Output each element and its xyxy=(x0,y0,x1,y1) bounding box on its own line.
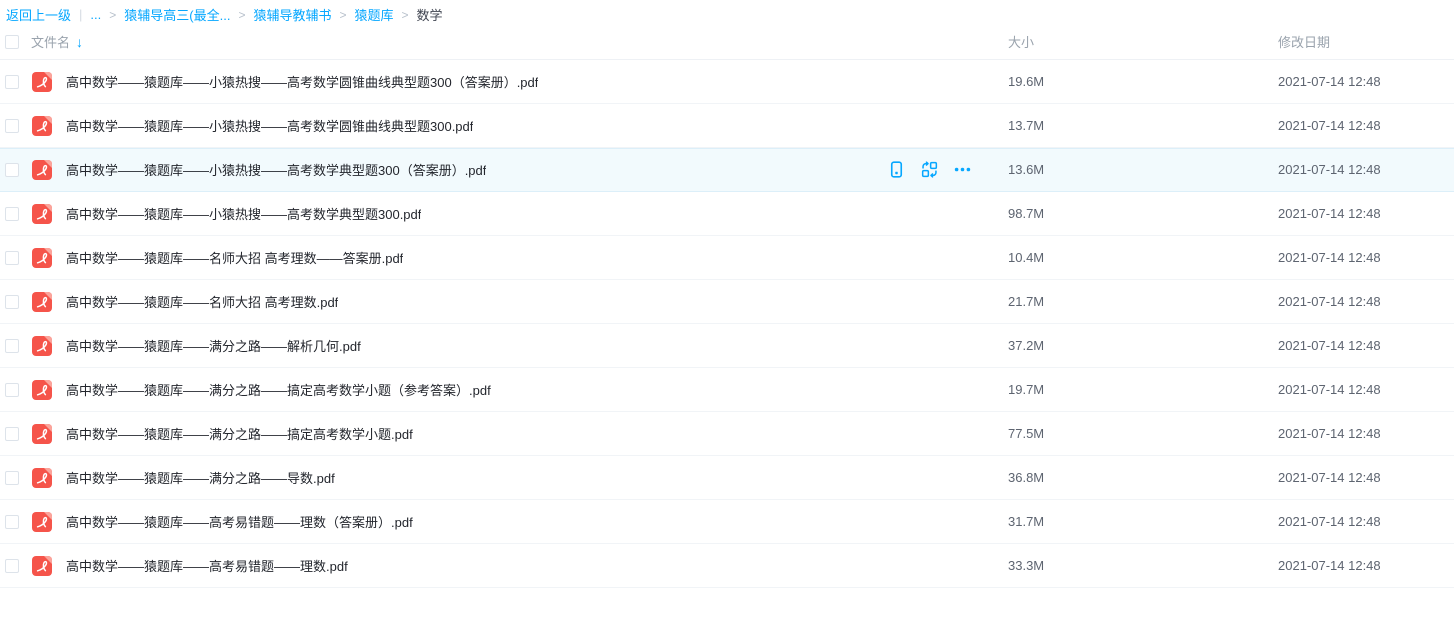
row-checkbox[interactable] xyxy=(5,471,19,485)
pdf-file-icon xyxy=(31,291,53,313)
table-row[interactable]: 高中数学——猿题库——小猿热搜——高考数学典型题300.pdf xyxy=(0,192,1454,236)
file-size: 31.7M xyxy=(1008,514,1278,529)
table-row[interactable]: 高中数学——猿题库——满分之路——搞定高考数学小题（参考答案）.pdf xyxy=(0,368,1454,412)
more-icon[interactable] xyxy=(953,160,972,179)
pdf-file-icon xyxy=(31,115,53,137)
breadcrumb-separator: > xyxy=(402,8,409,22)
row-hover-actions xyxy=(887,160,992,179)
file-name-link[interactable]: 高中数学——猿题库——名师大招 高考理数——答案册.pdf xyxy=(66,248,403,267)
row-checkbox[interactable] xyxy=(5,163,19,177)
file-size: 36.8M xyxy=(1008,470,1278,485)
transfer-icon[interactable] xyxy=(920,160,939,179)
file-modified-date: 2021-07-14 12:48 xyxy=(1278,118,1454,133)
row-checkbox[interactable] xyxy=(5,119,19,133)
table-row[interactable]: 高中数学——猿题库——名师大招 高考理数.pdf xyxy=(0,280,1454,324)
breadcrumb-separator: > xyxy=(109,8,116,22)
table-row[interactable]: 高中数学——猿题库——名师大招 高考理数——答案册.pdf xyxy=(0,236,1454,280)
file-modified-date: 2021-07-14 12:48 xyxy=(1278,426,1454,441)
file-size: 10.4M xyxy=(1008,250,1278,265)
file-name-link[interactable]: 高中数学——猿题库——小猿热搜——高考数学典型题300（答案册）.pdf xyxy=(66,160,486,179)
pdf-file-icon xyxy=(31,159,53,181)
file-size: 21.7M xyxy=(1008,294,1278,309)
file-name-link[interactable]: 高中数学——猿题库——小猿热搜——高考数学圆锥曲线典型题300.pdf xyxy=(66,116,473,135)
file-modified-date: 2021-07-14 12:48 xyxy=(1278,470,1454,485)
row-checkbox[interactable] xyxy=(5,559,19,573)
pdf-file-icon xyxy=(31,511,53,533)
send-to-phone-icon[interactable] xyxy=(887,160,906,179)
breadcrumb-separator: > xyxy=(238,8,245,22)
pdf-file-icon xyxy=(31,335,53,357)
row-checkbox[interactable] xyxy=(5,251,19,265)
file-name-link[interactable]: 高中数学——猿题库——高考易错题——理数（答案册）.pdf xyxy=(66,512,413,531)
file-name-link[interactable]: 高中数学——猿题库——高考易错题——理数.pdf xyxy=(66,556,348,575)
file-modified-date: 2021-07-14 12:48 xyxy=(1278,338,1454,353)
row-checkbox[interactable] xyxy=(5,207,19,221)
pdf-file-icon xyxy=(31,203,53,225)
file-modified-date: 2021-07-14 12:48 xyxy=(1278,74,1454,89)
column-header-filename[interactable]: 文件名 ↓ xyxy=(31,32,1008,51)
breadcrumb-bar-separator: | xyxy=(79,7,82,22)
sort-descending-icon[interactable]: ↓ xyxy=(76,35,83,49)
file-modified-date: 2021-07-14 12:48 xyxy=(1278,206,1454,221)
file-list: 高中数学——猿题库——小猿热搜——高考数学圆锥曲线典型题300（答案册）.pdf xyxy=(0,60,1454,588)
pdf-file-icon xyxy=(31,379,53,401)
breadcrumb-current-folder: 数学 xyxy=(417,5,443,24)
table-row[interactable]: 高中数学——猿题库——高考易错题——理数（答案册）.pdf xyxy=(0,500,1454,544)
table-row[interactable]: 高中数学——猿题库——小猿热搜——高考数学圆锥曲线典型题300.pdf xyxy=(0,104,1454,148)
file-name-link[interactable]: 高中数学——猿题库——名师大招 高考理数.pdf xyxy=(66,292,338,311)
row-checkbox[interactable] xyxy=(5,75,19,89)
pdf-file-icon xyxy=(31,467,53,489)
table-row[interactable]: 高中数学——猿题库——满分之路——解析几何.pdf xyxy=(0,324,1454,368)
file-size: 98.7M xyxy=(1008,206,1278,221)
file-modified-date: 2021-07-14 12:48 xyxy=(1278,514,1454,529)
select-all-checkbox[interactable] xyxy=(5,35,19,49)
pdf-file-icon xyxy=(31,247,53,269)
file-modified-date: 2021-07-14 12:48 xyxy=(1278,250,1454,265)
row-checkbox[interactable] xyxy=(5,383,19,397)
file-modified-date: 2021-07-14 12:48 xyxy=(1278,294,1454,309)
column-header-modified[interactable]: 修改日期 xyxy=(1278,32,1454,51)
file-name-link[interactable]: 高中数学——猿题库——满分之路——导数.pdf xyxy=(66,468,335,487)
breadcrumb-separator: > xyxy=(339,8,346,22)
breadcrumb: 返回上一级 | ... > 猿辅导高三(最全... > 猿辅导教辅书 > 猿题库… xyxy=(0,0,1454,24)
column-header-size[interactable]: 大小 xyxy=(1008,32,1278,51)
row-checkbox[interactable] xyxy=(5,515,19,529)
table-row[interactable]: 高中数学——猿题库——满分之路——搞定高考数学小题.pdf xyxy=(0,412,1454,456)
table-row[interactable]: 高中数学——猿题库——小猿热搜——高考数学典型题300（答案册）.pdf xyxy=(0,148,1454,192)
file-size: 37.2M xyxy=(1008,338,1278,353)
table-row[interactable]: 高中数学——猿题库——小猿热搜——高考数学圆锥曲线典型题300（答案册）.pdf xyxy=(0,60,1454,104)
row-checkbox[interactable] xyxy=(5,427,19,441)
file-modified-date: 2021-07-14 12:48 xyxy=(1278,558,1454,573)
breadcrumb-item-books[interactable]: 猿辅导教辅书 xyxy=(253,5,331,24)
pdf-file-icon xyxy=(31,71,53,93)
file-size: 77.5M xyxy=(1008,426,1278,441)
file-modified-date: 2021-07-14 12:48 xyxy=(1278,382,1454,397)
row-checkbox[interactable] xyxy=(5,295,19,309)
file-size: 33.3M xyxy=(1008,558,1278,573)
table-header: 文件名 ↓ 大小 修改日期 xyxy=(0,24,1454,60)
row-checkbox[interactable] xyxy=(5,339,19,353)
file-modified-date: 2021-07-14 12:48 xyxy=(1278,162,1454,177)
file-name-link[interactable]: 高中数学——猿题库——小猿热搜——高考数学典型题300.pdf xyxy=(66,204,421,223)
back-to-parent-link[interactable]: 返回上一级 xyxy=(6,5,71,24)
pdf-file-icon xyxy=(31,423,53,445)
file-size: 13.6M xyxy=(1008,162,1278,177)
file-size: 19.7M xyxy=(1008,382,1278,397)
file-name-link[interactable]: 高中数学——猿题库——满分之路——解析几何.pdf xyxy=(66,336,361,355)
pdf-file-icon xyxy=(31,555,53,577)
table-row[interactable]: 高中数学——猿题库——高考易错题——理数.pdf xyxy=(0,544,1454,588)
file-name-link[interactable]: 高中数学——猿题库——满分之路——搞定高考数学小题（参考答案）.pdf xyxy=(66,380,491,399)
breadcrumb-item-grade[interactable]: 猿辅导高三(最全... xyxy=(124,5,230,24)
file-size: 19.6M xyxy=(1008,74,1278,89)
table-row[interactable]: 高中数学——猿题库——满分之路——导数.pdf xyxy=(0,456,1454,500)
breadcrumb-collapsed-link[interactable]: ... xyxy=(90,7,101,22)
file-name-link[interactable]: 高中数学——猿题库——满分之路——搞定高考数学小题.pdf xyxy=(66,424,413,443)
file-size: 13.7M xyxy=(1008,118,1278,133)
breadcrumb-item-bank[interactable]: 猿题库 xyxy=(354,5,393,24)
file-name-link[interactable]: 高中数学——猿题库——小猿热搜——高考数学圆锥曲线典型题300（答案册）.pdf xyxy=(66,72,538,91)
